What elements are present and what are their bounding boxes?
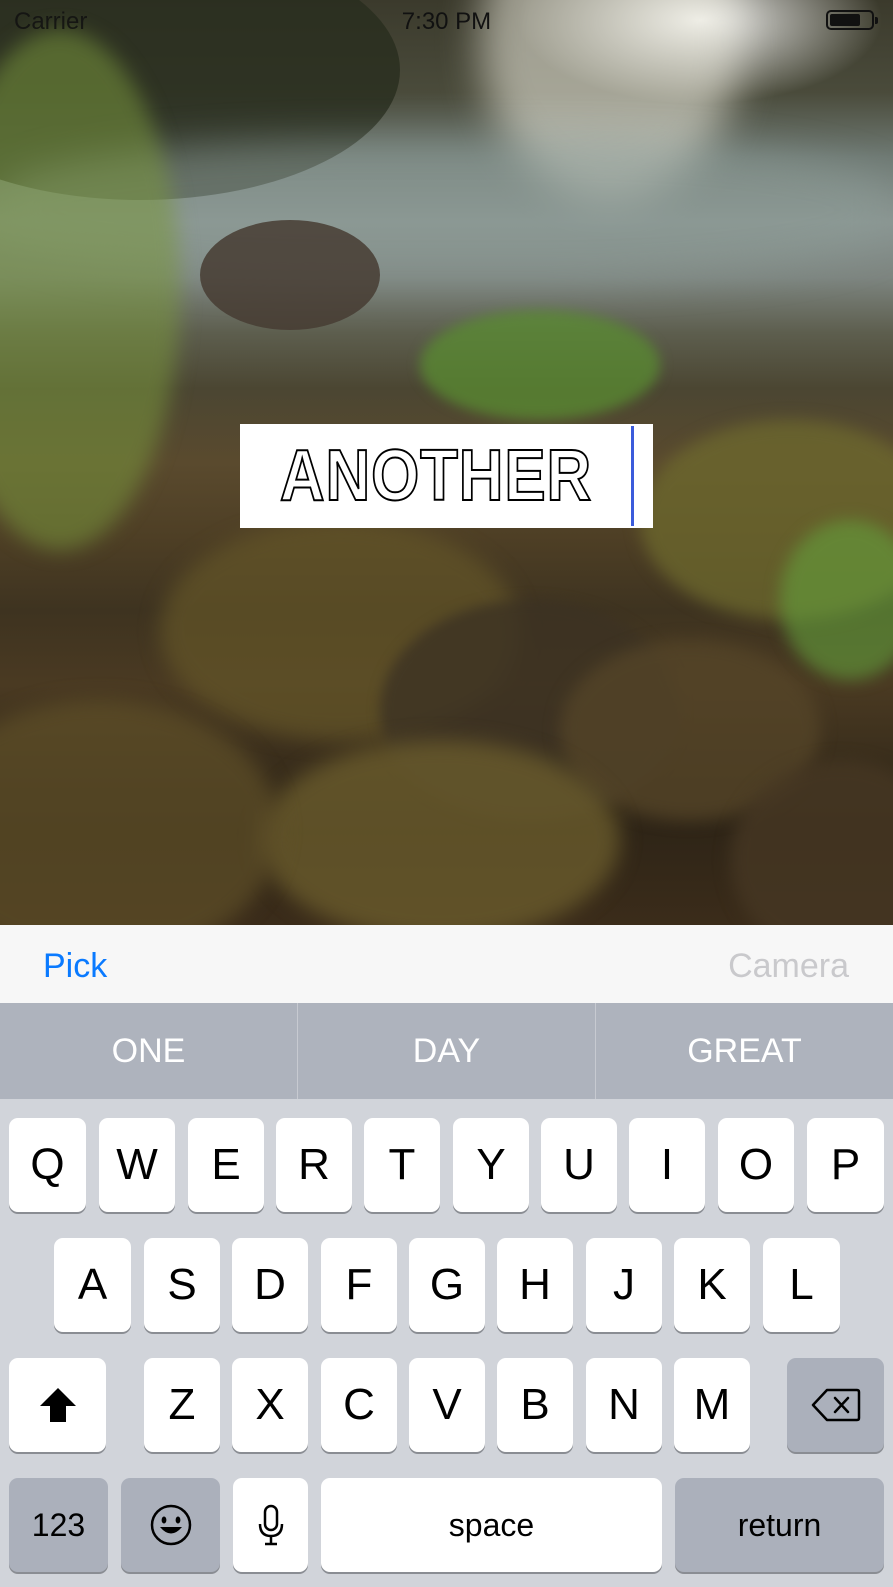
camera-button[interactable]: Camera (728, 947, 849, 986)
delete-key[interactable] (787, 1358, 884, 1452)
suggestion-item[interactable]: GREAT (595, 1003, 893, 1099)
key-n[interactable]: N (586, 1358, 662, 1452)
microphone-icon (258, 1504, 283, 1546)
key-k[interactable]: K (674, 1238, 750, 1332)
key-e[interactable]: E (188, 1118, 264, 1212)
key-t[interactable]: T (364, 1118, 440, 1212)
space-key[interactable]: space (321, 1478, 662, 1572)
key-v[interactable]: V (409, 1358, 485, 1452)
caption-text: ANOTHER (279, 435, 593, 517)
suggestion-item[interactable]: DAY (297, 1003, 595, 1099)
key-h[interactable]: H (497, 1238, 573, 1332)
key-u[interactable]: U (541, 1118, 617, 1212)
dictation-key[interactable] (233, 1478, 308, 1572)
key-z[interactable]: Z (144, 1358, 220, 1452)
numbers-key[interactable]: 123 (9, 1478, 108, 1572)
key-y[interactable]: Y (453, 1118, 529, 1212)
key-j[interactable]: J (586, 1238, 662, 1332)
key-o[interactable]: O (718, 1118, 794, 1212)
photo-background: Carrier 7:30 PM ANOTHER (0, 0, 893, 925)
pick-button[interactable]: Pick (43, 947, 107, 986)
caption-text-field[interactable]: ANOTHER (240, 424, 653, 528)
key-s[interactable]: S (144, 1238, 220, 1332)
key-i[interactable]: I (629, 1118, 705, 1212)
backspace-icon (811, 1388, 860, 1422)
bottom-toolbar: Pick Camera (0, 925, 893, 1003)
key-f[interactable]: F (321, 1238, 397, 1332)
status-bar: Carrier 7:30 PM (0, 0, 893, 44)
emoji-key[interactable] (121, 1478, 220, 1572)
status-time: 7:30 PM (401, 8, 492, 35)
key-b[interactable]: B (497, 1358, 573, 1452)
key-l[interactable]: L (763, 1238, 840, 1332)
emoji-icon (150, 1504, 191, 1546)
key-d[interactable]: D (232, 1238, 308, 1332)
suggestion-item[interactable]: ONE (0, 1003, 297, 1099)
return-key[interactable]: return (675, 1478, 884, 1572)
key-x[interactable]: X (232, 1358, 308, 1452)
keyboard: Q W E R T Y U I O P A S D F G H J K L Z … (0, 1099, 893, 1587)
shift-icon (39, 1388, 76, 1422)
predictive-text-bar: ONE DAY GREAT (0, 1003, 893, 1099)
battery-icon (826, 10, 878, 30)
key-p[interactable]: P (807, 1118, 884, 1212)
key-q[interactable]: Q (9, 1118, 86, 1212)
text-cursor (631, 426, 634, 526)
key-a[interactable]: A (54, 1238, 131, 1332)
shift-key[interactable] (9, 1358, 106, 1452)
key-c[interactable]: C (321, 1358, 397, 1452)
key-g[interactable]: G (409, 1238, 485, 1332)
key-m[interactable]: M (674, 1358, 750, 1452)
key-w[interactable]: W (99, 1118, 175, 1212)
key-r[interactable]: R (276, 1118, 352, 1212)
